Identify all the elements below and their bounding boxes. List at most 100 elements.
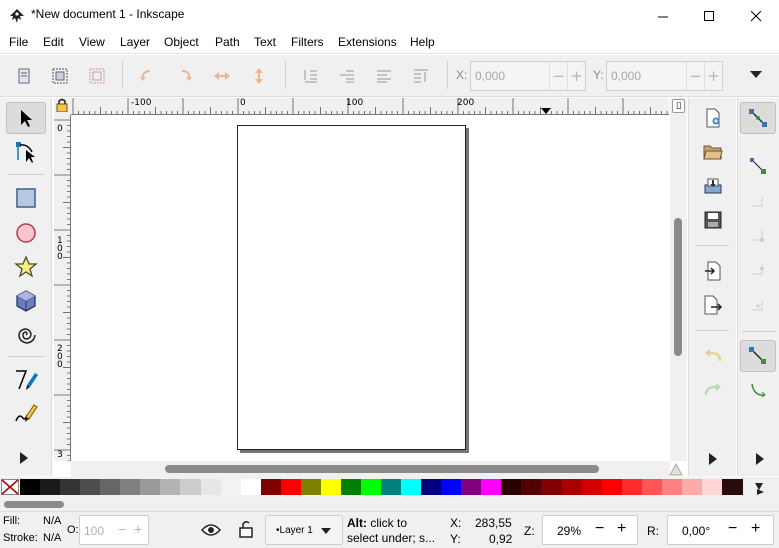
export-button[interactable] — [695, 289, 731, 321]
lower-icon[interactable] — [338, 67, 356, 85]
snap-bbox-edge-button[interactable] — [740, 186, 776, 218]
color-swatch[interactable] — [320, 479, 342, 495]
rotate-cw-button[interactable]: + — [751, 520, 760, 538]
star-tool-button[interactable] — [6, 251, 46, 283]
open-document-button[interactable] — [695, 136, 731, 168]
color-swatch[interactable] — [360, 479, 382, 495]
lower-to-bottom-icon[interactable] — [301, 67, 319, 85]
color-swatch[interactable] — [260, 479, 282, 495]
color-swatch[interactable] — [180, 479, 202, 495]
menu-layer[interactable]: Layer — [120, 35, 150, 49]
color-swatch[interactable] — [220, 479, 242, 495]
menu-filters[interactable]: Filters — [291, 35, 324, 49]
eye-visibility-icon[interactable] — [201, 523, 221, 537]
color-swatch[interactable] — [381, 479, 402, 495]
zoom-field[interactable]: 29% − + — [542, 515, 638, 545]
vertical-scrollbar[interactable] — [670, 98, 687, 461]
opacity-decrement[interactable]: − — [118, 521, 126, 537]
selector-tool-button[interactable] — [6, 102, 46, 134]
current-layer[interactable]: •Layer 1 — [276, 525, 313, 536]
color-swatch[interactable] — [501, 479, 523, 495]
snap-bbox-corner-button[interactable] — [740, 220, 776, 252]
color-swatch[interactable] — [721, 479, 743, 495]
rectangle-tool-button[interactable] — [6, 182, 46, 214]
color-swatch[interactable] — [140, 479, 162, 495]
color-swatch[interactable] — [340, 479, 362, 495]
opacity-increment[interactable]: + — [134, 521, 142, 537]
opacity-value[interactable]: 100 — [84, 524, 104, 538]
node-tool-button[interactable] — [6, 136, 46, 168]
color-swatch[interactable] — [461, 479, 483, 495]
menu-path[interactable]: Path — [215, 35, 240, 49]
opacity-field[interactable]: 100 − + — [79, 515, 149, 545]
spiral-tool-button[interactable] — [6, 319, 46, 351]
menu-file[interactable]: File — [9, 35, 28, 49]
snap-nodes-button[interactable] — [740, 340, 776, 372]
raise-to-top-icon[interactable] — [412, 67, 430, 85]
color-swatch[interactable] — [80, 479, 102, 495]
color-swatch[interactable] — [481, 479, 503, 495]
color-swatch[interactable] — [240, 479, 262, 495]
color-swatch[interactable] — [441, 479, 463, 495]
horizontal-ruler[interactable]: -100 0 100 200 — [71, 98, 669, 115]
rotate-value[interactable]: 0,00° — [682, 524, 710, 538]
vertical-scroll-thumb[interactable] — [674, 218, 682, 356]
redo-button[interactable] — [695, 374, 731, 406]
color-swatch[interactable] — [401, 479, 423, 495]
select-all-icon[interactable] — [15, 67, 33, 85]
menu-help[interactable]: Help — [410, 35, 435, 49]
horizontal-scroll-thumb[interactable] — [165, 465, 599, 473]
y-decrement-button[interactable]: − — [686, 62, 704, 90]
menu-edit[interactable]: Edit — [43, 35, 64, 49]
color-swatch[interactable] — [661, 479, 683, 495]
snap-bbox-midpoint-button[interactable] — [740, 254, 776, 286]
x-field[interactable]: 0,000 − + — [470, 61, 586, 91]
deselect-icon[interactable] — [88, 67, 106, 85]
rotate-cw-icon[interactable] — [176, 67, 194, 85]
save-button[interactable] — [695, 204, 731, 236]
palette-expand-icon[interactable] — [757, 487, 765, 497]
zoom-out-button[interactable]: − — [595, 520, 604, 538]
palette-scroll-thumb[interactable] — [4, 501, 64, 508]
import-button[interactable] — [695, 255, 731, 287]
toolbox-expand-icon[interactable] — [20, 452, 28, 464]
color-swatch[interactable] — [681, 479, 703, 495]
color-swatch[interactable] — [621, 479, 643, 495]
no-paint-swatch[interactable] — [1, 479, 19, 495]
y-value[interactable]: 0,000 — [607, 69, 686, 83]
color-swatch[interactable] — [100, 479, 122, 495]
flip-horizontal-icon[interactable] — [213, 67, 231, 85]
minimize-button[interactable] — [640, 0, 686, 32]
rotate-field[interactable]: 0,00° − + — [667, 515, 774, 545]
color-swatch[interactable] — [20, 479, 41, 495]
color-swatch[interactable] — [561, 479, 583, 495]
select-all-layers-icon[interactable] — [51, 67, 69, 85]
color-swatch[interactable] — [701, 479, 723, 495]
y-increment-button[interactable]: + — [704, 62, 722, 90]
close-button[interactable] — [733, 0, 779, 32]
color-swatch[interactable] — [60, 479, 82, 495]
color-swatch[interactable] — [280, 479, 302, 495]
pen-tool-button[interactable] — [6, 364, 46, 396]
snap-path-button[interactable] — [740, 374, 776, 406]
zoom-value[interactable]: 29% — [557, 524, 581, 538]
y-field[interactable]: 0,000 − + — [606, 61, 723, 91]
color-swatch[interactable] — [581, 479, 603, 495]
stroke-value[interactable]: N/A — [43, 532, 61, 544]
menu-object[interactable]: Object — [164, 35, 199, 49]
color-swatch[interactable] — [601, 479, 623, 495]
color-swatch[interactable] — [521, 479, 543, 495]
color-swatch[interactable] — [160, 479, 182, 495]
rotate-ccw-button[interactable]: − — [728, 520, 737, 538]
rotate-ccw-icon[interactable] — [138, 67, 156, 85]
snap-expand-icon[interactable] — [756, 453, 764, 465]
color-swatch[interactable] — [641, 479, 663, 495]
color-swatch[interactable] — [300, 479, 322, 495]
color-swatch[interactable] — [40, 479, 62, 495]
color-swatch[interactable] — [541, 479, 563, 495]
x-decrement-button[interactable]: − — [549, 62, 567, 90]
maximize-button[interactable] — [686, 0, 732, 32]
calligraphy-tool-button[interactable] — [6, 398, 46, 430]
snap-toggle-button[interactable] — [740, 102, 776, 134]
document-page[interactable] — [237, 125, 466, 450]
